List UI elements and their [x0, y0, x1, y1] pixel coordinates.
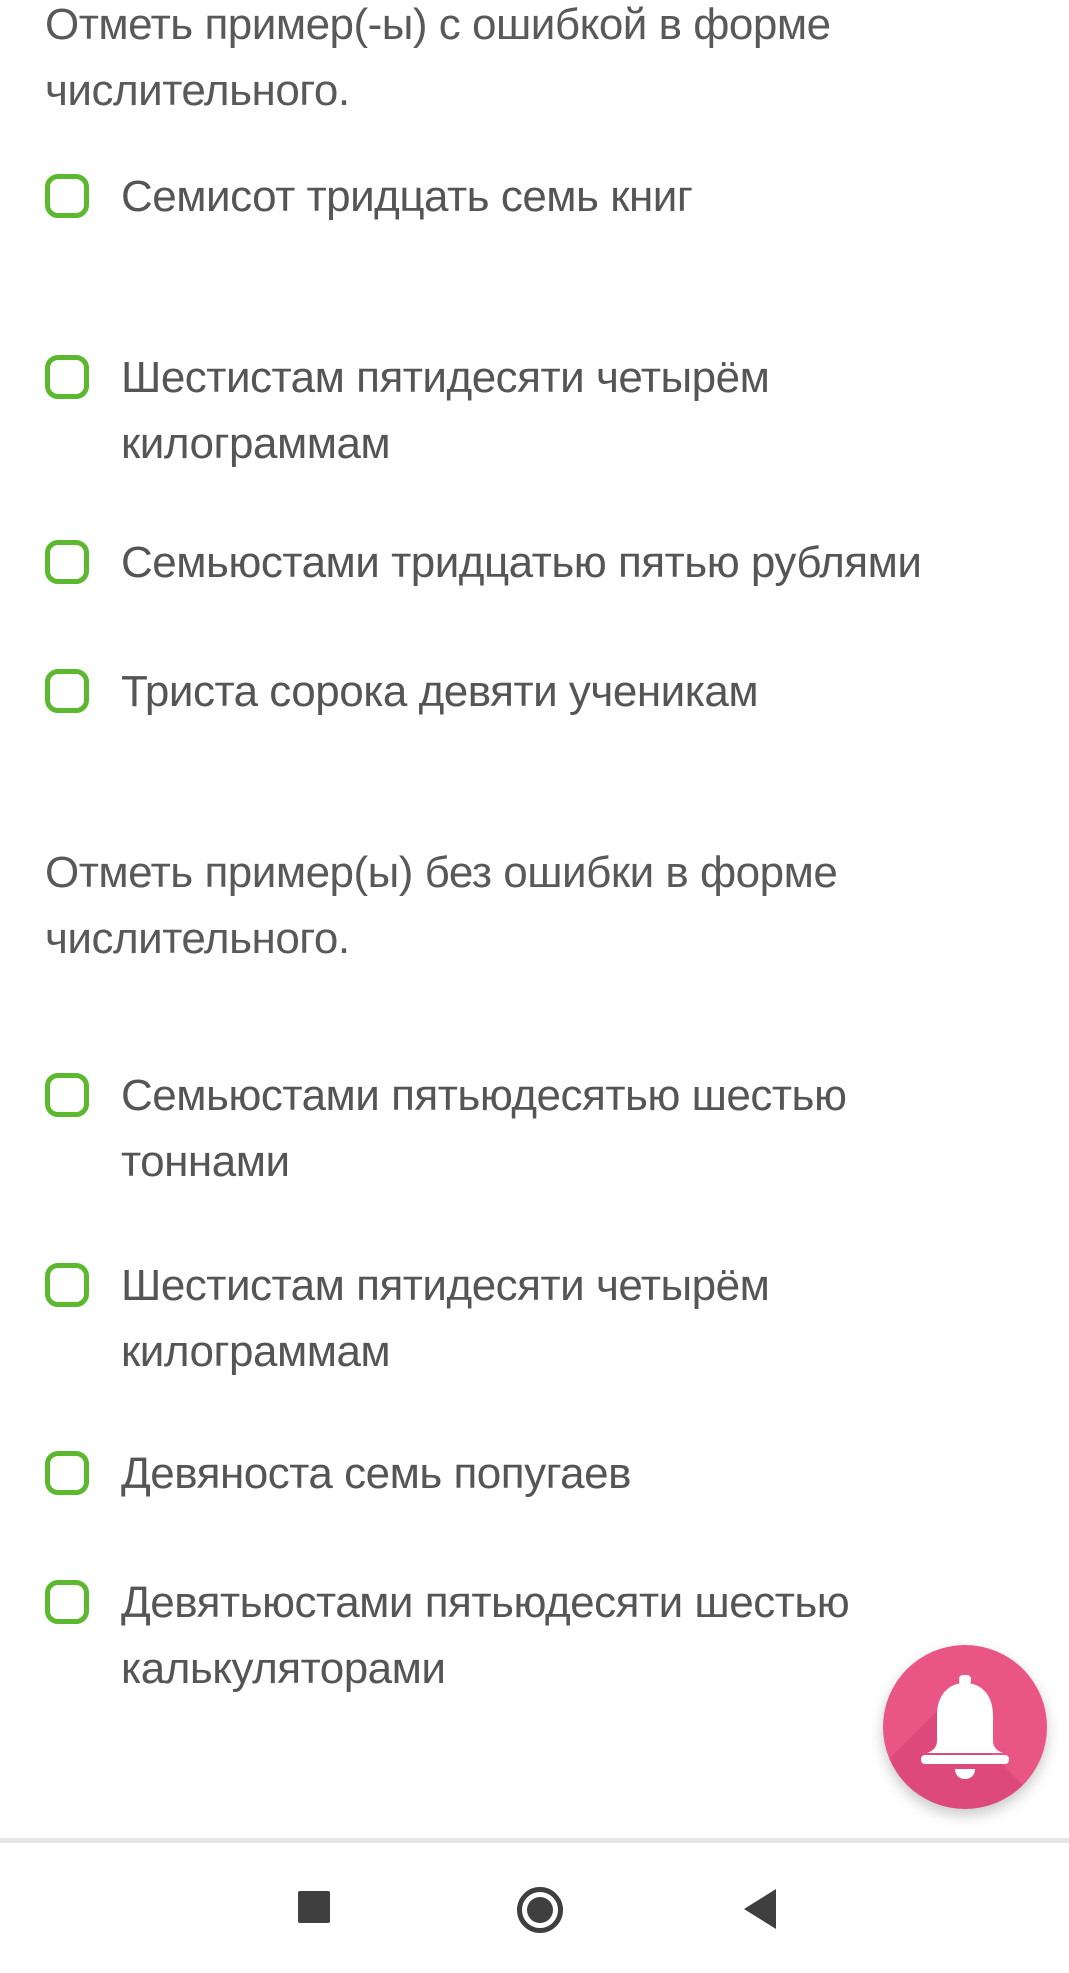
checkbox[interactable] [45, 1580, 89, 1624]
q1-option-1[interactable]: Семисот тридцать семь книг [45, 164, 1005, 230]
question-2-prompt: Отметь пример(ы) без ошибки в форме числ… [45, 848, 838, 963]
q1-option-3[interactable]: Семьюстами тридцатью пятью рублями [45, 530, 1005, 596]
checkbox[interactable] [45, 540, 89, 584]
q2-option-2[interactable]: Шестистам пятидесяти четырём килограммам [45, 1253, 1005, 1385]
checkbox[interactable] [45, 174, 89, 218]
option-label: Шестистам пятидесяти четырём килограммам [121, 1261, 770, 1376]
q2-option-1[interactable]: Семьюстами пятьюдесятью шестью тоннами [45, 1063, 1005, 1195]
checkbox[interactable] [45, 1263, 89, 1307]
circle-icon-center [527, 1897, 553, 1923]
option-label: Шестистам пятидесяти четырём килограммам [121, 353, 770, 468]
system-navigation-bar [0, 1843, 1069, 1973]
q1-option-4[interactable]: Триста сорока девяти ученикам [45, 659, 1005, 725]
back-button[interactable] [700, 1843, 820, 1973]
home-button[interactable] [480, 1843, 600, 1973]
option-label: Семисот тридцать семь книг [121, 172, 693, 221]
option-label: Семьюстами пятьюдесятью шестью тоннами [121, 1071, 847, 1186]
checkbox[interactable] [45, 669, 89, 713]
bell-icon [921, 1675, 1009, 1779]
q1-option-2[interactable]: Шестистам пятидесяти четырём килограммам [45, 345, 1005, 477]
triangle-back-icon [744, 1889, 776, 1929]
option-label: Триста сорока девяти ученикам [121, 667, 759, 716]
option-label: Девятьюстами пятьюдесяти шестью калькуля… [121, 1578, 850, 1693]
question-1-prompt: Отметь пример(-ы) с ошибкой в форме числ… [45, 0, 831, 115]
option-label: Семьюстами тридцатью пятью рублями [121, 538, 922, 587]
checkbox[interactable] [45, 1073, 89, 1117]
square-icon [298, 1891, 330, 1923]
option-label: Девяноста семь попугаев [121, 1449, 632, 1498]
notifications-button[interactable] [883, 1645, 1047, 1809]
q2-option-3[interactable]: Девяноста семь попугаев [45, 1441, 1005, 1507]
recents-button[interactable] [255, 1843, 375, 1973]
checkbox[interactable] [45, 1451, 89, 1495]
checkbox[interactable] [45, 355, 89, 399]
q2-option-4[interactable]: Девятьюстами пятьюдесяти шестью калькуля… [45, 1570, 1005, 1702]
